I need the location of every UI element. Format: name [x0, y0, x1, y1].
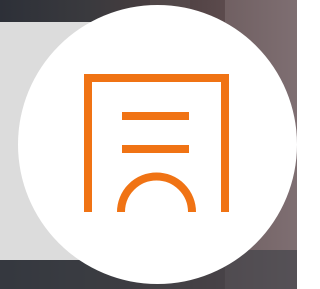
- document-icon: [84, 74, 229, 213]
